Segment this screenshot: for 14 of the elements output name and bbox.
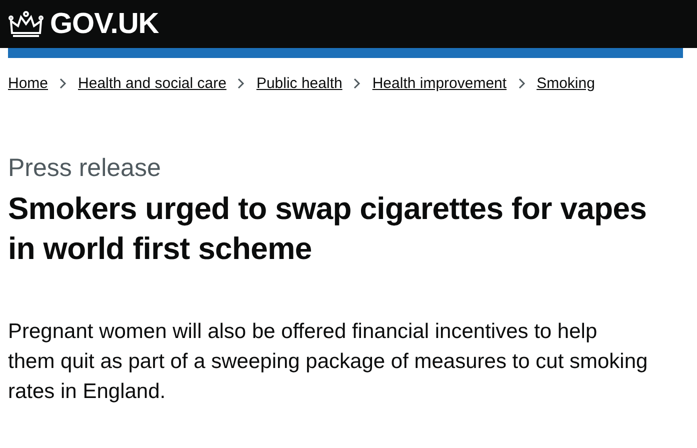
crown-icon xyxy=(8,9,44,39)
page-caption: Press release xyxy=(8,154,162,183)
breadcrumb-link[interactable]: Home xyxy=(8,75,48,92)
breadcrumb-link[interactable]: Health improvement xyxy=(372,75,507,92)
chevron-icon xyxy=(237,78,246,89)
lead-paragraph: Pregnant women will also be offered financial incentives to help them quit as part of a sweeping package of measures to cut smoking rates in England. xyxy=(8,319,648,405)
chevron-icon xyxy=(518,78,526,89)
breadcrumb-link[interactable]: Smoking xyxy=(536,75,595,92)
chevron-icon xyxy=(59,78,68,89)
logo-link[interactable]: GOV.UK xyxy=(8,8,159,40)
page-title: Smokers urged to swap cigarettes for vapes in world first scheme xyxy=(8,190,648,268)
breadcrumb-link[interactable]: Health and social care xyxy=(78,75,226,92)
breadcrumb-link[interactable]: Public health xyxy=(256,75,342,92)
chevron-icon xyxy=(353,78,362,89)
